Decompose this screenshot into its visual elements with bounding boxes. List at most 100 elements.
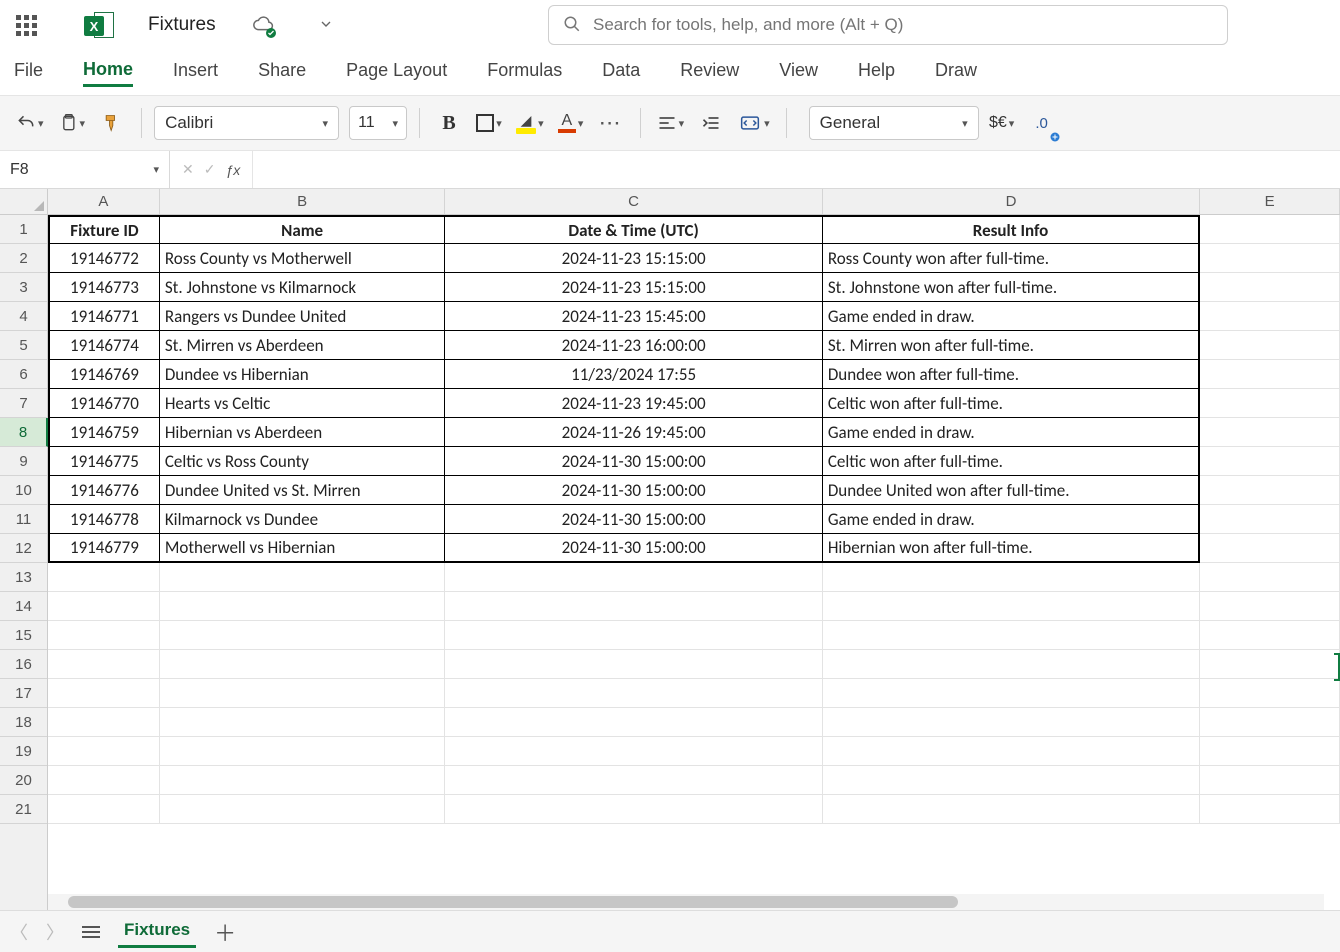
cell[interactable]: Kilmarnock vs Dundee: [160, 505, 446, 534]
cell[interactable]: [823, 708, 1200, 737]
tab-file[interactable]: File: [14, 60, 43, 85]
tab-data[interactable]: Data: [602, 60, 640, 85]
row-header[interactable]: 14: [0, 592, 47, 621]
cell[interactable]: Hibernian won after full-time.: [823, 534, 1200, 563]
cell[interactable]: [160, 795, 446, 824]
scrollbar-thumb[interactable]: [68, 896, 958, 908]
cell[interactable]: [48, 650, 160, 679]
cell[interactable]: Ross County won after full-time.: [823, 244, 1200, 273]
cell[interactable]: 19146759: [48, 418, 160, 447]
cell[interactable]: [1200, 621, 1340, 650]
cell[interactable]: Dundee United won after full-time.: [823, 476, 1200, 505]
cell[interactable]: Name: [160, 215, 446, 244]
cell[interactable]: [1200, 331, 1340, 360]
cell[interactable]: 11/23/2024 17:55: [445, 360, 822, 389]
row-header[interactable]: 17: [0, 679, 47, 708]
cell[interactable]: [48, 563, 160, 592]
select-all-corner[interactable]: [0, 189, 48, 215]
currency-format-button[interactable]: $€ ▾: [985, 105, 1019, 141]
app-launcher-icon[interactable]: [12, 11, 40, 39]
cell[interactable]: 19146773: [48, 273, 160, 302]
cell[interactable]: [48, 795, 160, 824]
font-name-select[interactable]: Calibri ▾: [154, 106, 339, 140]
cell[interactable]: [1200, 679, 1340, 708]
cell[interactable]: [160, 650, 446, 679]
row-header[interactable]: 18: [0, 708, 47, 737]
cell[interactable]: 2024-11-23 15:15:00: [445, 244, 822, 273]
font-size-select[interactable]: 11 ▾: [349, 106, 407, 140]
borders-button[interactable]: ▾: [472, 105, 506, 141]
row-header[interactable]: 15: [0, 621, 47, 650]
cell[interactable]: Date & Time (UTC): [445, 215, 822, 244]
cell[interactable]: [1200, 244, 1340, 273]
wrap-text-button[interactable]: ▾: [734, 105, 774, 141]
cell[interactable]: [823, 621, 1200, 650]
cell[interactable]: Hearts vs Celtic: [160, 389, 446, 418]
cells-area[interactable]: Fixture IDNameDate & Time (UTC)Result In…: [48, 215, 1340, 910]
row-header[interactable]: 21: [0, 795, 47, 824]
indent-button[interactable]: [694, 105, 728, 141]
cell[interactable]: 19146775: [48, 447, 160, 476]
cell[interactable]: St. Mirren won after full-time.: [823, 331, 1200, 360]
horizontal-scrollbar[interactable]: [48, 894, 1324, 910]
row-header[interactable]: 4: [0, 302, 47, 331]
cell[interactable]: [823, 563, 1200, 592]
cell[interactable]: Game ended in draw.: [823, 418, 1200, 447]
row-header[interactable]: 3: [0, 273, 47, 302]
cell[interactable]: [1200, 447, 1340, 476]
cell[interactable]: [1200, 534, 1340, 563]
cell[interactable]: St. Johnstone won after full-time.: [823, 273, 1200, 302]
bold-button[interactable]: B: [432, 105, 466, 141]
cell[interactable]: [1200, 476, 1340, 505]
sheet-tab-active[interactable]: Fixtures: [118, 915, 196, 948]
add-sheet-button[interactable]: ＋: [214, 916, 236, 948]
cell[interactable]: 19146772: [48, 244, 160, 273]
cell[interactable]: [160, 563, 446, 592]
align-left-button[interactable]: ▾: [653, 105, 689, 141]
cell[interactable]: [160, 737, 446, 766]
cell[interactable]: 19146779: [48, 534, 160, 563]
cell[interactable]: Ross County vs Motherwell: [160, 244, 446, 273]
cell[interactable]: Rangers vs Dundee United: [160, 302, 446, 331]
row-header[interactable]: 1: [0, 215, 47, 244]
cell[interactable]: Motherwell vs Hibernian: [160, 534, 446, 563]
tab-draw[interactable]: Draw: [935, 60, 977, 85]
cell[interactable]: 2024-11-23 19:45:00: [445, 389, 822, 418]
cell[interactable]: [1200, 737, 1340, 766]
cell[interactable]: St. Johnstone vs Kilmarnock: [160, 273, 446, 302]
tab-insert[interactable]: Insert: [173, 60, 218, 85]
number-format-select[interactable]: General ▾: [809, 106, 979, 140]
cell[interactable]: 19146771: [48, 302, 160, 331]
cell[interactable]: 2024-11-30 15:00:00: [445, 534, 822, 563]
cell[interactable]: [1200, 360, 1340, 389]
cell[interactable]: [1200, 215, 1340, 244]
cell[interactable]: [48, 621, 160, 650]
cell[interactable]: [48, 592, 160, 621]
cell[interactable]: [160, 621, 446, 650]
cell[interactable]: 19146769: [48, 360, 160, 389]
cell[interactable]: [160, 679, 446, 708]
row-header[interactable]: 8: [0, 418, 48, 447]
cell[interactable]: [48, 737, 160, 766]
cell[interactable]: 2024-11-30 15:00:00: [445, 447, 822, 476]
more-font-options-button[interactable]: ⋯: [594, 105, 628, 141]
cell[interactable]: 2024-11-23 15:15:00: [445, 273, 822, 302]
row-header[interactable]: 10: [0, 476, 47, 505]
cell[interactable]: [160, 592, 446, 621]
cell[interactable]: 19146774: [48, 331, 160, 360]
row-header[interactable]: 20: [0, 766, 47, 795]
cell[interactable]: [1200, 505, 1340, 534]
row-header[interactable]: 9: [0, 447, 47, 476]
accept-formula-icon[interactable]: ✓: [204, 161, 216, 178]
row-header[interactable]: 16: [0, 650, 47, 679]
document-title[interactable]: Fixtures: [148, 14, 216, 36]
cell[interactable]: 19146776: [48, 476, 160, 505]
column-header-E[interactable]: E: [1200, 189, 1340, 214]
cell[interactable]: [823, 737, 1200, 766]
cell[interactable]: [1200, 592, 1340, 621]
row-header[interactable]: 13: [0, 563, 47, 592]
increase-decimal-button[interactable]: .0: [1025, 105, 1059, 141]
cell[interactable]: [1200, 708, 1340, 737]
row-header[interactable]: 12: [0, 534, 47, 563]
cell[interactable]: 19146778: [48, 505, 160, 534]
